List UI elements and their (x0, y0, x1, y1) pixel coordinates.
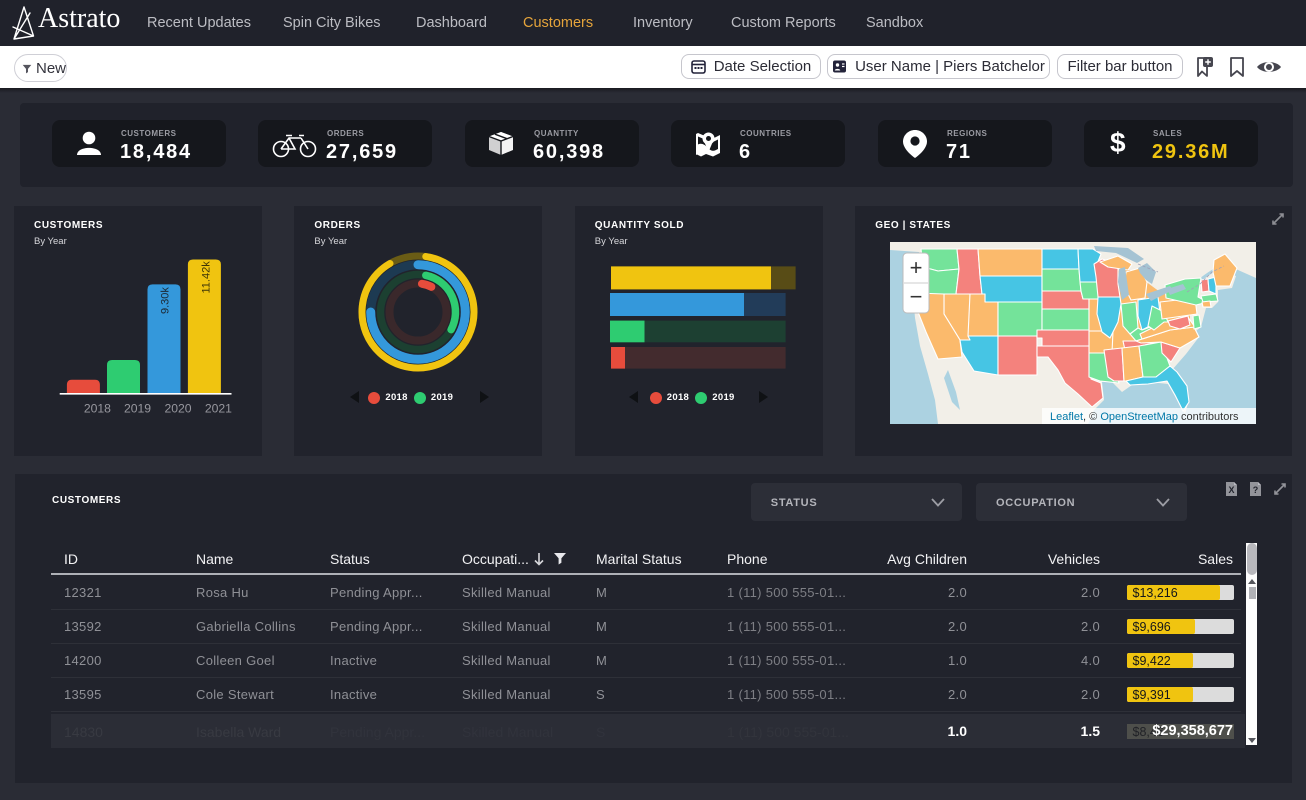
svg-text:2019: 2019 (124, 402, 151, 416)
svg-text:2021: 2021 (205, 402, 232, 416)
svg-text:11.42k: 11.42k (201, 261, 213, 294)
svg-text:9.30k: 9.30k (160, 287, 172, 314)
svg-text:+: + (910, 255, 923, 280)
svg-text:?: ? (1253, 485, 1259, 495)
svg-text:−: − (910, 284, 923, 309)
svg-text:Leaflet, © OpenStreetMap contr: Leaflet, © OpenStreetMap contributors (1050, 411, 1239, 423)
svg-text:2018: 2018 (84, 402, 111, 416)
svg-text:2020: 2020 (164, 402, 191, 416)
svg-text:X: X (1228, 485, 1234, 495)
